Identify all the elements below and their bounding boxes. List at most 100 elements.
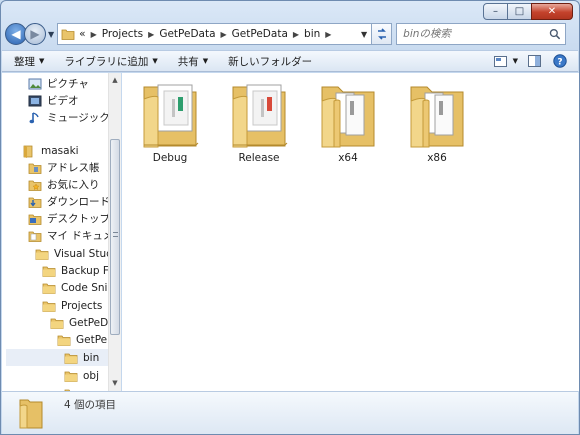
nav-item-label: お気に入り — [47, 179, 100, 191]
view-chevron-down-icon[interactable]: ▼ — [513, 57, 518, 65]
nav-item-label: デスクトップ — [47, 213, 110, 225]
folder-icon — [19, 399, 43, 429]
details-pane: 4 個の項目 — [2, 391, 578, 434]
folder-icon — [35, 249, 49, 260]
view-options-button[interactable] — [491, 52, 511, 70]
nav-item-bin[interactable]: bin — [6, 349, 108, 366]
chevron-down-icon: ▼ — [152, 57, 158, 65]
breadcrumb-getpedata[interactable]: GetPeData — [159, 28, 215, 40]
folder-icon — [64, 353, 78, 364]
nav-item-label: ビデオ — [47, 95, 79, 107]
folder-item-debug[interactable]: Debug — [128, 77, 212, 169]
user-folder-icon — [23, 145, 33, 158]
nav-item-video[interactable]: ビデオ — [28, 92, 79, 109]
pictures-icon — [28, 78, 42, 89]
nav-item-label: ミュージック — [47, 112, 110, 124]
organize-label: 整理 — [14, 55, 35, 68]
refresh-icon — [377, 28, 386, 40]
nav-item-label: アドレス帳 — [47, 162, 100, 174]
address-bar[interactable]: « ▶ Projects ▶ GetPeData ▶ GetPeData ▶ b… — [57, 23, 373, 45]
preview-pane-icon — [527, 55, 541, 67]
explorer-window: – □ ✕ ◀ ▶ ▼ « ▶ Projects ▶ GetPeData ▶ G… — [0, 0, 580, 435]
folder-with-document-icon — [232, 84, 288, 148]
nav-item-label: ピクチャ — [47, 78, 89, 90]
breadcrumb-getpedata-inner[interactable]: GetPeData — [232, 28, 288, 40]
view-icon — [494, 55, 508, 67]
help-icon: ? — [553, 54, 567, 68]
help-button[interactable]: ? — [550, 52, 570, 70]
preview-pane-button[interactable] — [524, 52, 544, 70]
folder-item-x86[interactable]: x86 — [395, 77, 479, 169]
add-to-library-label: ライブラリに追加 — [64, 55, 149, 68]
organize-button[interactable]: 整理 ▼ — [14, 54, 44, 69]
folder-with-document-icon — [143, 84, 199, 148]
toolbar-right: ▼ ? — [485, 52, 578, 70]
maximize-icon: □ — [514, 6, 525, 17]
folder-with-files-icon — [410, 86, 464, 148]
nav-item-label: ダウンロード — [47, 196, 110, 208]
folder-icon — [64, 371, 78, 382]
recent-pages-dropdown[interactable]: ▼ — [48, 30, 54, 39]
caption-buttons: – □ ✕ — [483, 3, 573, 20]
folder-item-release[interactable]: Release — [217, 77, 301, 169]
chevron-down-icon: ▼ — [202, 57, 209, 65]
nav-item-masaki[interactable]: masaki — [22, 142, 79, 159]
favorites-icon — [28, 180, 42, 191]
folder-name: x64 — [338, 152, 358, 164]
search-icon[interactable] — [549, 28, 561, 40]
forward-arrow-icon: ▶ — [30, 27, 40, 41]
refresh-button[interactable] — [372, 23, 393, 45]
search-input[interactable] — [403, 28, 549, 40]
maximize-button[interactable]: □ — [507, 3, 532, 20]
nav-item-obj[interactable]: obj — [64, 367, 99, 384]
nav-item-contacts[interactable]: アドレス帳 — [28, 159, 100, 176]
add-to-library-button[interactable]: ライブラリに追加 ▼ — [64, 54, 157, 69]
nav-item-favorites[interactable]: お気に入り — [28, 176, 100, 193]
breadcrumb-bin[interactable]: bin — [304, 28, 320, 40]
folder-name: Debug — [152, 152, 188, 164]
new-folder-button[interactable]: 新しいフォルダー — [228, 54, 312, 69]
share-button[interactable]: 共有 ▼ — [178, 54, 208, 69]
folder-with-files-icon — [321, 86, 375, 148]
nav-item-projects[interactable]: Projects — [42, 297, 102, 314]
nav-item-downloads[interactable]: ダウンロード — [28, 193, 110, 210]
folder-item-x64[interactable]: x64 — [306, 77, 390, 169]
breadcrumb-separator[interactable]: ▶ — [325, 30, 331, 39]
minimize-icon: – — [493, 6, 498, 17]
scroll-thumb[interactable] — [110, 139, 120, 335]
breadcrumb-separator[interactable]: ▶ — [293, 30, 299, 39]
desktop-icon — [28, 214, 42, 225]
minimize-button[interactable]: – — [483, 3, 508, 20]
video-icon — [28, 95, 42, 106]
folder-icon — [57, 335, 71, 346]
forward-button[interactable]: ▶ — [24, 23, 46, 45]
breadcrumb-separator[interactable]: ▶ — [221, 30, 227, 39]
folder-icon — [50, 318, 64, 329]
chevron-down-icon: ▼ — [39, 57, 45, 65]
svg-text:?: ? — [557, 58, 562, 68]
nav-item-label: obj — [83, 369, 100, 382]
scroll-grip-icon — [113, 232, 118, 237]
navigation-scrollbar[interactable]: ▲ ▼ — [108, 73, 121, 391]
breadcrumb-overflow[interactable]: « — [79, 28, 85, 40]
nav-item-music[interactable]: ミュージック — [28, 109, 110, 126]
nav-item-label: masaki — [41, 144, 79, 157]
scroll-up-icon[interactable]: ▲ — [109, 74, 121, 86]
new-folder-label: 新しいフォルダー — [228, 55, 313, 68]
close-icon: ✕ — [547, 6, 557, 17]
nav-item-label: Projects — [61, 299, 103, 312]
breadcrumb-separator[interactable]: ▶ — [91, 30, 97, 39]
music-icon — [29, 111, 39, 123]
breadcrumb-separator[interactable]: ▶ — [148, 30, 154, 39]
folder-icon — [42, 301, 56, 312]
close-button[interactable]: ✕ — [531, 3, 573, 20]
folder-name: x86 — [427, 152, 447, 164]
breadcrumb-projects[interactable]: Projects — [102, 28, 143, 40]
search-box[interactable] — [396, 23, 567, 45]
scroll-down-icon[interactable]: ▼ — [109, 377, 121, 389]
nav-item-desktop[interactable]: デスクトップ — [28, 210, 110, 227]
nav-item-pictures[interactable]: ピクチャ — [28, 75, 89, 92]
folder-icon — [42, 283, 56, 294]
contacts-icon — [28, 163, 42, 174]
address-history-dropdown[interactable]: ▼ — [361, 30, 367, 39]
